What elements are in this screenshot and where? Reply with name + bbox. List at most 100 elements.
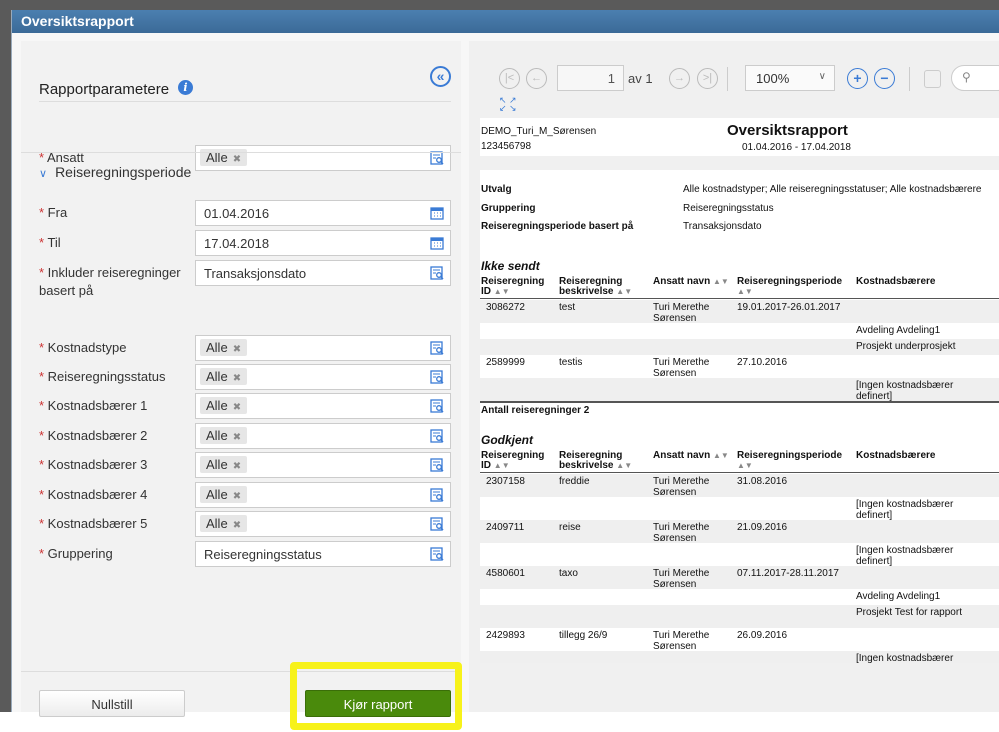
page-input[interactable]: 1	[557, 65, 624, 91]
highlight-annotation	[290, 662, 462, 730]
cell-employee: Turi Merethe Sørensen	[653, 568, 710, 590]
fullscreen-icon[interactable]: ↖ ↗ ↙ ↘	[499, 96, 517, 113]
report-viewer: |< ← 1 av 1 → >| 100% ∨ + − ⚲ ↖ ↗ ↙ ↘ DEMO…	[469, 41, 999, 712]
sort-icon: ▲▼	[713, 451, 729, 460]
search-input[interactable]: ⚲	[951, 65, 999, 91]
lookup-icon[interactable]	[430, 547, 444, 561]
calendar-icon[interactable]	[430, 206, 444, 220]
column-header[interactable]: Reiseregningsperiode ▲▼	[737, 277, 857, 297]
lookup-icon[interactable]	[430, 458, 444, 472]
calendar-icon[interactable]	[430, 236, 444, 250]
lookup-icon[interactable]	[430, 399, 444, 413]
field-value: Transaksjonsdato	[204, 266, 307, 281]
field-label: * Til	[39, 235, 61, 250]
remove-icon[interactable]: ✖	[233, 154, 241, 165]
field-input[interactable]: Alle ✖	[195, 145, 451, 171]
column-header[interactable]: Kostnadsbærere	[856, 277, 976, 287]
cell-period: 27.10.2016	[737, 357, 788, 368]
next-page-button[interactable]: →	[669, 68, 690, 89]
cell-period: 19.01.2017-26.01.2017	[737, 302, 841, 313]
zoom-in-icon[interactable]: +	[847, 68, 868, 89]
last-page-button[interactable]: >|	[697, 68, 718, 89]
export-icon[interactable]	[924, 70, 941, 88]
table-row: 4580601 taxo Turi Merethe Sørensen 07.11…	[480, 566, 999, 590]
zoom-select[interactable]: 100% ∨	[745, 65, 835, 91]
sort-icon: ▲▼	[493, 287, 510, 296]
field-input[interactable]: 17.04.2018	[195, 230, 451, 256]
column-header[interactable]: Reiseregning beskrivelse ▲▼	[559, 277, 639, 297]
cell-carrier: [Ingen kostnadsbærer definert]	[856, 653, 954, 663]
meta-value: Reiseregningsstatus	[683, 203, 774, 214]
field-input[interactable]: Reiseregningsstatus	[195, 541, 451, 567]
sort-icon: ▲▼	[616, 461, 633, 470]
first-page-button[interactable]: |<	[499, 68, 520, 89]
meta-label: Gruppering	[481, 203, 536, 214]
table-row: 2589999 testis Turi Merethe Sørensen 27.…	[480, 355, 999, 379]
group-title: Godkjent	[481, 433, 534, 447]
lookup-icon[interactable]	[430, 517, 444, 531]
cell-id: 2589999	[486, 357, 525, 368]
report-number: 123456798	[481, 141, 532, 152]
remove-icon[interactable]: ✖	[233, 432, 241, 443]
column-header[interactable]: Kostnadsbærere	[856, 451, 976, 461]
column-header[interactable]: Reiseregning ID ▲▼	[481, 277, 545, 297]
info-icon[interactable]: i	[178, 80, 193, 95]
field-input[interactable]: Alle ✖	[195, 511, 451, 537]
field-input[interactable]: Alle ✖	[195, 393, 451, 419]
field-input[interactable]: Transaksjonsdato	[195, 260, 451, 286]
field-label: * Kostnadsbærer 2	[39, 428, 148, 443]
lookup-icon[interactable]	[430, 151, 444, 165]
separator	[909, 67, 910, 91]
column-header[interactable]: Reiseregning ID ▲▼	[481, 451, 545, 471]
remove-icon[interactable]: ✖	[233, 461, 241, 472]
group-title: Ikke sendt	[481, 259, 540, 273]
section-toggle-period[interactable]: ∨ Reiseregningsperiode	[39, 164, 191, 180]
field-input[interactable]: Alle ✖	[195, 452, 451, 478]
lookup-icon[interactable]	[430, 266, 444, 280]
field-input[interactable]: Alle ✖	[195, 364, 451, 390]
group-footer: Antall reiseregninger 2	[481, 405, 590, 416]
search-icon: ⚲	[962, 70, 971, 84]
field-label: * Kostnadsbærer 1	[39, 398, 148, 413]
table-row: Avdeling Avdeling1	[480, 323, 999, 339]
cell-description: freddie	[559, 476, 590, 487]
selected-chip: Alle ✖	[200, 427, 248, 444]
sort-icon: ▲▼	[493, 461, 510, 470]
prev-page-button[interactable]: ←	[526, 68, 547, 89]
cell-carrier: [Ingen kostnadsbærer definert]	[856, 545, 954, 567]
table-row: 2409711 reise Turi Merethe Sørensen 21.0…	[480, 520, 999, 544]
cell-period: 31.08.2016	[737, 476, 788, 487]
report-window: Oversiktsrapport Rapportparametere i « *…	[11, 10, 999, 717]
lookup-icon[interactable]	[430, 488, 444, 502]
lookup-icon[interactable]	[430, 370, 444, 384]
selected-chip: Alle ✖	[200, 486, 248, 503]
footer-rule	[480, 401, 999, 403]
column-header[interactable]: Reiseregning beskrivelse ▲▼	[559, 451, 639, 471]
field-input[interactable]: Alle ✖	[195, 423, 451, 449]
remove-icon[interactable]: ✖	[233, 402, 241, 413]
meta-label: Utvalg	[481, 184, 512, 195]
report-period: 01.04.2016 - 17.04.2018	[742, 142, 851, 153]
field-input[interactable]: Alle ✖	[195, 335, 451, 361]
field-input[interactable]: 01.04.2016	[195, 200, 451, 226]
remove-icon[interactable]: ✖	[233, 491, 241, 502]
lookup-icon[interactable]	[430, 429, 444, 443]
table-row: Prosjekt underprosjekt	[480, 339, 999, 355]
field-input[interactable]: Alle ✖	[195, 482, 451, 508]
window-title: Oversiktsrapport	[12, 10, 999, 33]
zoom-out-icon[interactable]: −	[874, 68, 895, 89]
report-title: Oversiktsrapport	[727, 122, 848, 139]
remove-icon[interactable]: ✖	[233, 373, 241, 384]
reset-button[interactable]: Nullstill	[39, 690, 185, 717]
lookup-icon[interactable]	[430, 341, 444, 355]
collapse-panel-button[interactable]: «	[430, 66, 451, 87]
table-row: 2429893 tillegg 26/9 Turi Merethe Sørens…	[480, 628, 999, 652]
field-label: * Kostnadstype	[39, 340, 127, 355]
remove-icon[interactable]: ✖	[233, 344, 241, 355]
remove-icon[interactable]: ✖	[233, 520, 241, 531]
table-row: [Ingen kostnadsbærer definert]	[480, 497, 999, 521]
cell-id: 2409711	[486, 522, 525, 533]
selected-chip: Alle ✖	[200, 397, 248, 414]
column-header[interactable]: Reiseregningsperiode ▲▼	[737, 451, 857, 471]
meta-value: Transaksjonsdato	[683, 221, 762, 232]
